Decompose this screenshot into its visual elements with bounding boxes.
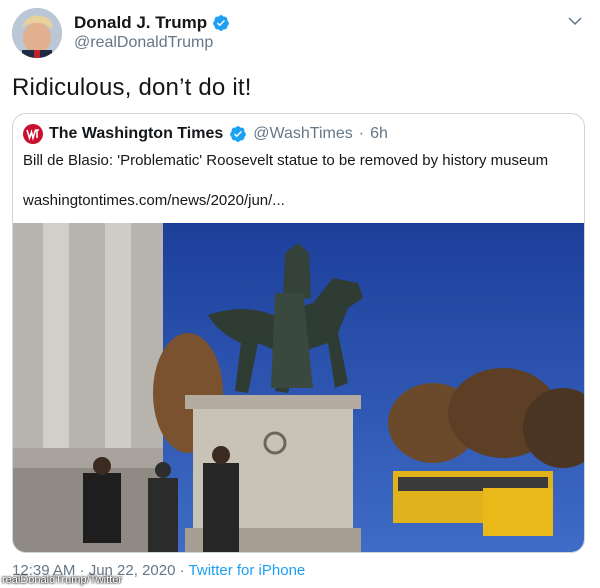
quoted-tweet-text: Bill de Blasio: 'Problematic' Roosevelt … [23, 152, 549, 169]
tweet-card: Donald J. Trump @realDonaldTrump Ridicul… [0, 0, 600, 588]
tweet-source-link[interactable]: Twitter for iPhone [189, 562, 306, 579]
quoted-author-handle[interactable]: @WashTimes [253, 125, 353, 143]
quoted-tweet[interactable]: The Washington Times @WashTimes · 6h Bil… [12, 113, 585, 553]
avatar[interactable] [12, 8, 62, 58]
dot-separator: · [358, 125, 365, 142]
author-handle[interactable]: @realDonaldTrump [74, 34, 213, 52]
dot-separator: · [179, 562, 185, 579]
quoted-tweet-age[interactable]: 6h [370, 125, 388, 143]
washington-times-logo-icon [23, 124, 43, 144]
chevron-down-icon[interactable] [566, 12, 584, 30]
quoted-author-name[interactable]: The Washington Times [49, 125, 223, 143]
verified-badge-icon [213, 15, 230, 31]
statue-photo[interactable] [13, 223, 585, 553]
image-watermark: realDonaldTrump/Twitter [2, 574, 123, 586]
tweet-text: Ridiculous, don’t do it! [12, 74, 252, 101]
author-name[interactable]: Donald J. Trump [74, 13, 230, 33]
quoted-tweet-header: The Washington Times @WashTimes · 6h [23, 124, 388, 144]
author-name-text[interactable]: Donald J. Trump [74, 13, 207, 33]
verified-badge-icon [230, 126, 247, 142]
quoted-tweet-link[interactable]: washingtontimes.com/news/2020/jun/... [23, 192, 285, 209]
